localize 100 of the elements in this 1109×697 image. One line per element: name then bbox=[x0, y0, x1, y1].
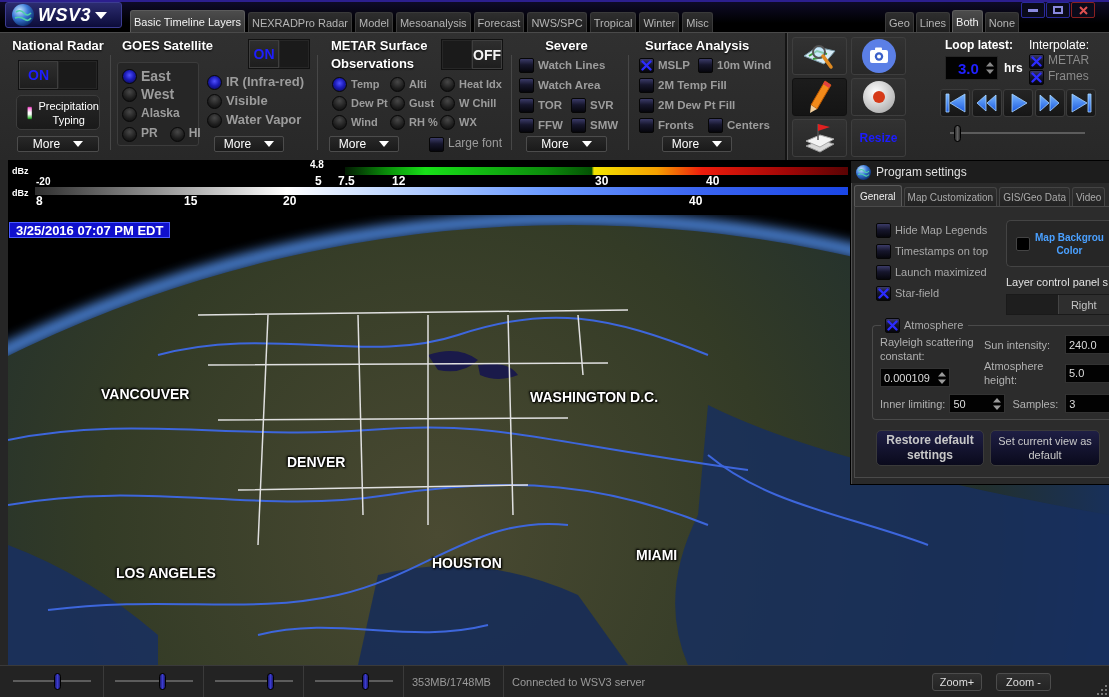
checkbox-option[interactable]: Timestamps on top bbox=[876, 244, 1006, 259]
set-default-view-button[interactable]: Set current view as default bbox=[990, 430, 1100, 466]
radio-option[interactable]: PR bbox=[122, 126, 158, 142]
minimize-button[interactable] bbox=[1021, 2, 1045, 18]
app-menu-button[interactable]: WSV3 bbox=[5, 2, 122, 28]
number-field[interactable]: 0.000109 bbox=[880, 368, 950, 387]
radio-option[interactable]: Visible bbox=[207, 94, 268, 109]
playback-button[interactable] bbox=[1034, 89, 1065, 117]
tool-button[interactable] bbox=[851, 78, 906, 116]
radio-option[interactable]: East bbox=[122, 69, 171, 85]
checkbox-option[interactable]: 2M Temp Fill bbox=[639, 77, 727, 93]
slider-thumb[interactable] bbox=[362, 673, 370, 690]
radio-option[interactable]: IR (Infra-red) bbox=[207, 75, 304, 90]
tab[interactable]: General bbox=[854, 185, 902, 206]
radio-option[interactable]: Heat Idx bbox=[440, 77, 500, 92]
checkbox-option[interactable]: FFW bbox=[519, 117, 563, 133]
toggle-switch[interactable]: OFF bbox=[441, 39, 503, 70]
checkbox-option[interactable]: Atmosphere bbox=[885, 318, 964, 333]
tab[interactable]: Basic Timeline Layers bbox=[130, 10, 245, 32]
radio-option[interactable]: Temp bbox=[332, 77, 390, 92]
globe-icon bbox=[12, 4, 34, 26]
unit-label: dBz bbox=[12, 188, 29, 198]
precipitation-typing-button[interactable]: Precipitation Typing bbox=[16, 95, 100, 130]
tool-button[interactable] bbox=[792, 37, 847, 75]
checkbox-option[interactable]: Large font bbox=[429, 136, 503, 152]
more-dropdown[interactable]: More bbox=[214, 136, 284, 152]
checkbox-option[interactable]: Star-field bbox=[876, 286, 1006, 301]
spinner-arrows-icon bbox=[938, 370, 946, 385]
radio-option[interactable]: W Chill bbox=[440, 96, 500, 111]
tab[interactable]: Lines bbox=[915, 12, 951, 32]
slider-thumb[interactable] bbox=[953, 125, 961, 142]
radio-option[interactable]: Wind bbox=[332, 115, 390, 130]
checkbox-option[interactable]: SVR bbox=[571, 97, 614, 113]
restore-defaults-button[interactable]: Restore default settings bbox=[876, 430, 984, 466]
number-field[interactable]: 3 bbox=[1065, 394, 1109, 413]
tab[interactable]: Video bbox=[1072, 187, 1106, 206]
radio-option[interactable]: West bbox=[122, 87, 175, 103]
playback-button[interactable] bbox=[1066, 89, 1096, 117]
close-button[interactable] bbox=[1071, 2, 1095, 18]
radio-option[interactable]: Gust bbox=[390, 96, 440, 111]
checkbox-option[interactable]: METAR bbox=[1029, 53, 1090, 69]
more-dropdown[interactable]: More bbox=[17, 136, 99, 152]
radio-option[interactable]: Alaska bbox=[122, 106, 180, 122]
checkbox-option[interactable]: Frames bbox=[1029, 69, 1089, 85]
scale-label: 40 bbox=[689, 196, 703, 207]
more-dropdown[interactable]: More bbox=[662, 136, 732, 152]
field-label: Rayleigh scattering constant: bbox=[880, 335, 975, 363]
checkbox-option[interactable]: 10m Wind bbox=[698, 57, 772, 73]
radio-option[interactable]: Water Vapor bbox=[207, 113, 302, 128]
scale-label: 20 bbox=[283, 196, 297, 207]
zoom-button[interactable]: Zoom - bbox=[996, 672, 1051, 691]
number-field[interactable]: 5.0 bbox=[1065, 363, 1109, 383]
tab[interactable]: Both bbox=[952, 10, 983, 32]
checkbox-option[interactable]: Fronts bbox=[639, 117, 694, 133]
number-field[interactable]: 240.0 bbox=[1065, 335, 1109, 354]
radio-option[interactable]: Alti bbox=[390, 77, 440, 92]
checkbox-option[interactable]: MSLP bbox=[639, 57, 690, 73]
checkbox-option[interactable]: SMW bbox=[571, 117, 619, 133]
slider-thumb[interactable] bbox=[267, 673, 275, 690]
checkbox-option[interactable]: Hide Map Legends bbox=[876, 223, 1006, 238]
checkbox-option[interactable]: Launch maximized bbox=[876, 265, 1006, 280]
radio-option[interactable]: HI bbox=[169, 126, 201, 142]
checkbox-option[interactable]: TOR bbox=[519, 97, 563, 113]
tab[interactable]: Misc bbox=[682, 12, 713, 32]
tab[interactable]: Winter bbox=[639, 12, 680, 32]
playback-button[interactable] bbox=[971, 89, 1002, 117]
tab[interactable]: Map Customization bbox=[903, 187, 998, 206]
more-dropdown[interactable]: More bbox=[329, 136, 399, 152]
tab[interactable]: Model bbox=[355, 12, 393, 32]
checkbox-option[interactable]: Watch Lines bbox=[519, 57, 606, 73]
slider-thumb[interactable] bbox=[54, 673, 62, 690]
segmented-switch[interactable]: Right bbox=[1006, 294, 1109, 315]
skip-to-end-icon bbox=[1068, 92, 1094, 114]
checkbox-option[interactable]: Centers bbox=[708, 117, 770, 133]
tab[interactable]: Mesoanalysis bbox=[395, 12, 471, 32]
tool-button[interactable] bbox=[792, 119, 847, 157]
playback-button[interactable] bbox=[1003, 89, 1033, 117]
maximize-button[interactable] bbox=[1046, 2, 1070, 18]
tab[interactable]: NWS/SPC bbox=[527, 12, 587, 32]
number-field[interactable]: 50 bbox=[949, 394, 1006, 413]
slider-thumb[interactable] bbox=[159, 673, 167, 690]
section-title: National Radar bbox=[12, 37, 104, 55]
playback-button[interactable] bbox=[940, 89, 970, 117]
city-label: VANCOUVER bbox=[101, 385, 190, 403]
checkbox-option[interactable]: 2M Dew Pt Fill bbox=[639, 97, 736, 113]
tab[interactable]: Forecast bbox=[473, 12, 525, 32]
tab[interactable]: None bbox=[984, 12, 1019, 32]
tool-button[interactable] bbox=[792, 78, 847, 116]
more-dropdown[interactable]: More bbox=[526, 136, 607, 152]
tab[interactable]: NEXRADPro Radar bbox=[248, 12, 352, 32]
radio-option[interactable]: RH % bbox=[390, 115, 440, 130]
radio-option[interactable]: Dew Pt bbox=[332, 96, 390, 111]
tool-button[interactable] bbox=[851, 37, 906, 75]
map-background-color-button[interactable]: Map Backgrou Color bbox=[1006, 220, 1109, 267]
radio-option[interactable]: WX bbox=[440, 115, 500, 130]
tab[interactable]: Tropical bbox=[589, 12, 637, 32]
tab[interactable]: Geo bbox=[884, 12, 914, 32]
checkbox-option[interactable]: Watch Area bbox=[519, 77, 601, 93]
zoom-button[interactable]: Zoom+ bbox=[932, 672, 982, 691]
tab[interactable]: GIS/Geo Data bbox=[999, 187, 1070, 206]
